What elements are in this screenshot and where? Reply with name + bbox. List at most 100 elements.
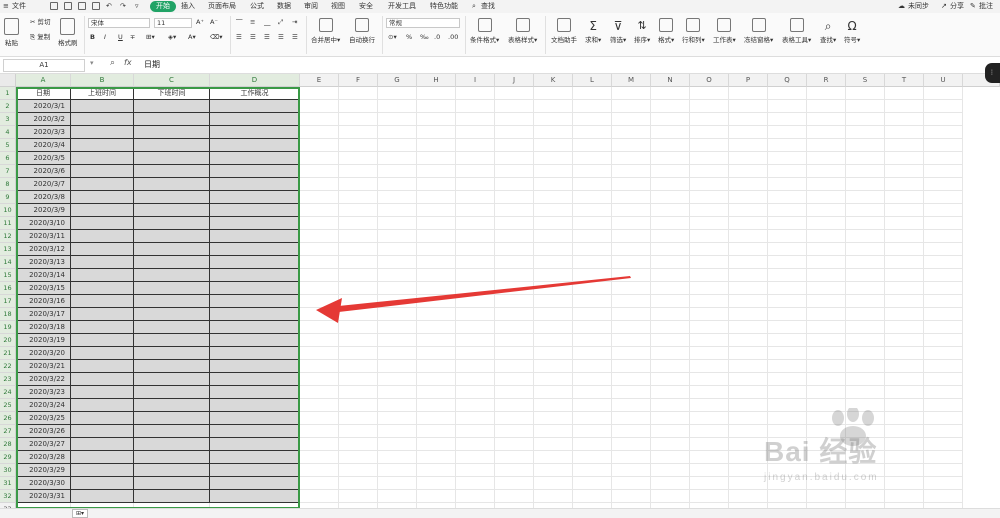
empty-cell[interactable] bbox=[651, 295, 690, 308]
empty-cell[interactable] bbox=[885, 230, 924, 243]
zoom-icon[interactable]: ⌕ bbox=[110, 58, 115, 68]
empty-cell[interactable] bbox=[768, 477, 807, 490]
empty-cell[interactable] bbox=[924, 113, 963, 126]
empty-cell[interactable] bbox=[924, 438, 963, 451]
table-cell[interactable] bbox=[71, 347, 134, 360]
empty-cell[interactable] bbox=[924, 204, 963, 217]
empty-cell[interactable] bbox=[573, 87, 612, 100]
empty-cell[interactable] bbox=[378, 152, 417, 165]
empty-cell[interactable] bbox=[300, 334, 339, 347]
table-cell[interactable] bbox=[210, 412, 300, 425]
empty-cell[interactable] bbox=[378, 321, 417, 334]
empty-cell[interactable] bbox=[690, 464, 729, 477]
date-cell[interactable]: 2020/3/16 bbox=[16, 295, 71, 308]
date-cell[interactable]: 2020/3/9 bbox=[16, 204, 71, 217]
row-header-28[interactable]: 28 bbox=[0, 438, 16, 451]
row-header-22[interactable]: 22 bbox=[0, 360, 16, 373]
empty-cell[interactable] bbox=[612, 100, 651, 113]
empty-cell[interactable] bbox=[612, 165, 651, 178]
print-icon[interactable] bbox=[78, 2, 86, 10]
sync-status[interactable]: 未同步 bbox=[908, 0, 929, 13]
sort-button[interactable]: ⇅ 排序▾ bbox=[634, 18, 650, 44]
copy-button[interactable]: ⎘ 复制 bbox=[30, 33, 50, 42]
bold-icon[interactable]: B bbox=[90, 33, 95, 42]
empty-cell[interactable] bbox=[768, 438, 807, 451]
empty-cell[interactable] bbox=[339, 87, 378, 100]
empty-cell[interactable] bbox=[378, 295, 417, 308]
empty-cell[interactable] bbox=[339, 126, 378, 139]
empty-cell[interactable] bbox=[573, 399, 612, 412]
empty-cell[interactable] bbox=[573, 308, 612, 321]
empty-cell[interactable] bbox=[612, 321, 651, 334]
empty-cell[interactable] bbox=[612, 425, 651, 438]
table-cell[interactable] bbox=[134, 152, 210, 165]
empty-cell[interactable] bbox=[807, 308, 846, 321]
empty-cell[interactable] bbox=[846, 490, 885, 503]
symbol-button[interactable]: Ω 符号▾ bbox=[844, 18, 860, 44]
empty-cell[interactable] bbox=[924, 399, 963, 412]
name-box[interactable]: A1 bbox=[3, 59, 85, 72]
table-cell[interactable] bbox=[210, 295, 300, 308]
empty-cell[interactable] bbox=[612, 438, 651, 451]
table-cell[interactable] bbox=[210, 464, 300, 477]
empty-cell[interactable] bbox=[768, 178, 807, 191]
empty-cell[interactable] bbox=[807, 113, 846, 126]
empty-cell[interactable] bbox=[456, 464, 495, 477]
empty-cell[interactable] bbox=[417, 139, 456, 152]
row-header-11[interactable]: 11 bbox=[0, 217, 16, 230]
share-button[interactable]: 分享 bbox=[950, 0, 964, 13]
worksheet-button[interactable]: 工作表▾ bbox=[713, 18, 736, 44]
empty-cell[interactable] bbox=[417, 152, 456, 165]
empty-cell[interactable] bbox=[885, 191, 924, 204]
empty-cell[interactable] bbox=[651, 425, 690, 438]
empty-cell[interactable] bbox=[378, 230, 417, 243]
empty-cell[interactable] bbox=[456, 126, 495, 139]
empty-cell[interactable] bbox=[417, 87, 456, 100]
table-cell[interactable] bbox=[210, 373, 300, 386]
date-cell[interactable]: 2020/3/15 bbox=[16, 282, 71, 295]
empty-cell[interactable] bbox=[417, 204, 456, 217]
empty-cell[interactable] bbox=[807, 87, 846, 100]
table-cell[interactable] bbox=[71, 438, 134, 451]
empty-cell[interactable] bbox=[729, 256, 768, 269]
empty-cell[interactable] bbox=[690, 191, 729, 204]
empty-cell[interactable] bbox=[534, 152, 573, 165]
empty-cell[interactable] bbox=[768, 464, 807, 477]
column-header-b[interactable]: B bbox=[71, 74, 134, 87]
empty-cell[interactable] bbox=[300, 178, 339, 191]
empty-cell[interactable] bbox=[495, 425, 534, 438]
empty-cell[interactable] bbox=[768, 152, 807, 165]
empty-cell[interactable] bbox=[534, 165, 573, 178]
row-header-3[interactable]: 3 bbox=[0, 113, 16, 126]
row-header-13[interactable]: 13 bbox=[0, 243, 16, 256]
merge-center-button[interactable]: 合并居中▾ bbox=[311, 18, 340, 44]
empty-cell[interactable] bbox=[339, 230, 378, 243]
empty-cell[interactable] bbox=[768, 204, 807, 217]
empty-cell[interactable] bbox=[495, 217, 534, 230]
empty-cell[interactable] bbox=[846, 204, 885, 217]
empty-cell[interactable] bbox=[729, 451, 768, 464]
table-cell[interactable] bbox=[210, 243, 300, 256]
empty-cell[interactable] bbox=[768, 321, 807, 334]
empty-cell[interactable] bbox=[339, 464, 378, 477]
row-header-30[interactable]: 30 bbox=[0, 464, 16, 477]
empty-cell[interactable] bbox=[534, 139, 573, 152]
empty-cell[interactable] bbox=[651, 282, 690, 295]
sheet-list-icon[interactable]: ⊞▾ bbox=[72, 509, 88, 518]
empty-cell[interactable] bbox=[417, 243, 456, 256]
empty-cell[interactable] bbox=[807, 191, 846, 204]
empty-cell[interactable] bbox=[300, 269, 339, 282]
empty-cell[interactable] bbox=[690, 113, 729, 126]
table-cell[interactable] bbox=[134, 269, 210, 282]
empty-cell[interactable] bbox=[729, 191, 768, 204]
increase-decimal-icon[interactable]: .0 bbox=[434, 33, 440, 42]
empty-cell[interactable] bbox=[846, 243, 885, 256]
empty-cell[interactable] bbox=[378, 204, 417, 217]
empty-cell[interactable] bbox=[924, 178, 963, 191]
date-cell[interactable]: 2020/3/14 bbox=[16, 269, 71, 282]
column-header-e[interactable]: E bbox=[300, 74, 339, 87]
justify-icon[interactable]: ☰ bbox=[278, 33, 284, 42]
empty-cell[interactable] bbox=[339, 308, 378, 321]
empty-cell[interactable] bbox=[417, 191, 456, 204]
empty-cell[interactable] bbox=[924, 295, 963, 308]
